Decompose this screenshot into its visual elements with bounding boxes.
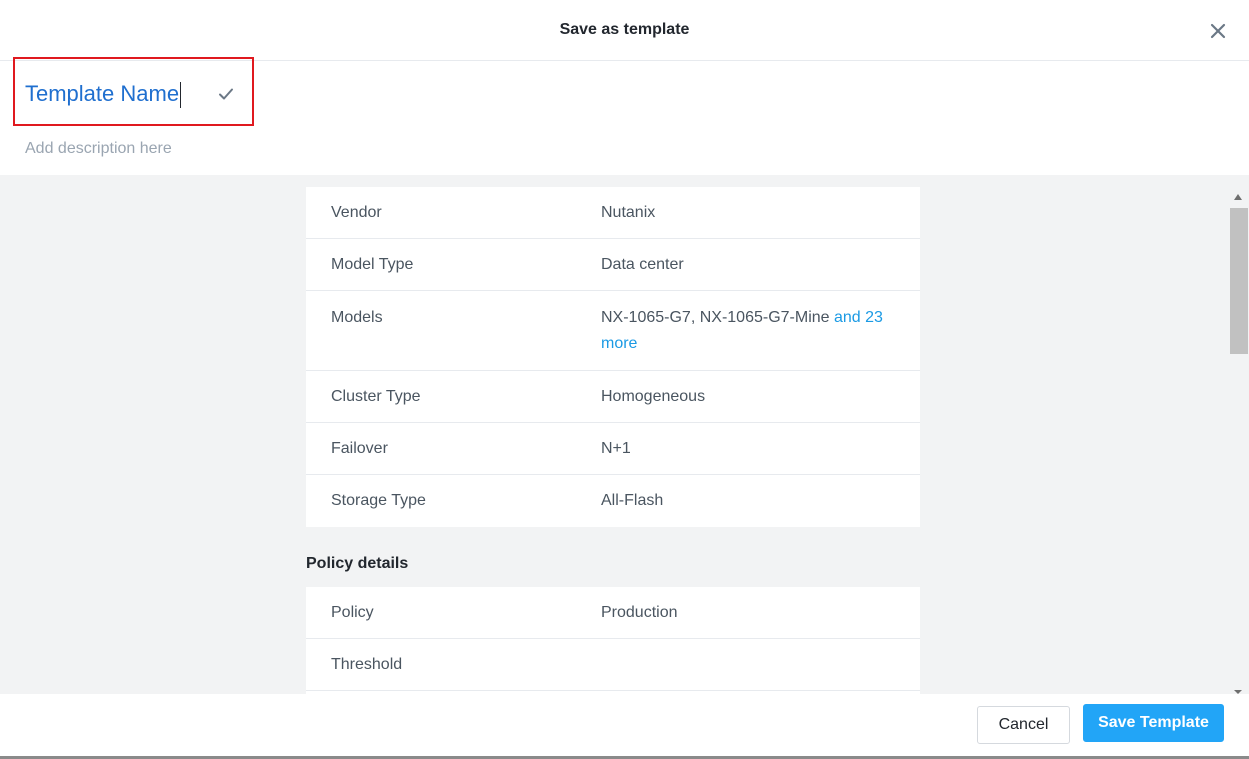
table-row: Vendor Nutanix (306, 187, 920, 239)
row-label: Vendor (331, 203, 382, 221)
policy-section-title: Policy details (306, 555, 409, 572)
row-label: Threshold (331, 655, 403, 673)
scrollbar-thumb[interactable] (1230, 208, 1248, 354)
table-row: Models NX-1065-G7, NX-1065-G7-Mine and 2… (306, 291, 920, 371)
text-caret (180, 82, 182, 109)
template-name-highlight: Template Name (13, 57, 254, 126)
table-row: Storage Type All-Flash (306, 475, 920, 527)
row-value: N+1 (601, 439, 631, 457)
row-value: Production (601, 603, 678, 621)
row-label: Cluster Type (331, 387, 421, 405)
row-value: NX-1065-G7, NX-1065-G7-Mine and 23 more (601, 305, 920, 357)
row-value: Data center (601, 255, 684, 273)
table-row: Failover N+1 (306, 423, 920, 475)
table-row: Threshold (306, 639, 920, 691)
description-input[interactable]: Add description here (25, 140, 172, 158)
check-icon[interactable] (217, 85, 235, 103)
row-value: All-Flash (601, 492, 664, 509)
dialog-footer: Cancel Save Template (0, 694, 1249, 756)
row-label: Failover (331, 439, 388, 457)
template-name-text: Template Name (25, 81, 180, 106)
save-template-dialog: Save as template Template Name Add descr… (0, 0, 1249, 759)
models-list: NX-1065-G7, NX-1065-G7-Mine (601, 309, 830, 326)
policy-card: Policy Production Threshold (306, 587, 920, 694)
cancel-button[interactable]: Cancel (977, 706, 1070, 744)
table-row: Policy Production (306, 587, 920, 639)
template-name-input[interactable]: Template Name (25, 79, 182, 109)
save-template-button[interactable]: Save Template (1083, 704, 1224, 742)
template-details-panel: Vendor Nutanix Model Type Data center Mo… (0, 175, 1249, 694)
vertical-scrollbar[interactable] (1229, 190, 1249, 694)
row-label: Storage Type (331, 492, 426, 509)
scroll-up-arrow-icon[interactable] (1234, 194, 1242, 200)
row-value: Homogeneous (601, 387, 706, 405)
dialog-header: Save as template (0, 0, 1249, 61)
table-row: Model Type Data center (306, 239, 920, 291)
row-label: Policy (331, 603, 374, 621)
row-value: Nutanix (601, 203, 656, 221)
row-label: Model Type (331, 255, 414, 273)
close-icon[interactable] (1207, 20, 1229, 42)
row-label: Models (331, 309, 383, 326)
table-row: Cluster Type Homogeneous (306, 371, 920, 423)
dialog-title: Save as template (559, 21, 690, 38)
summary-card: Vendor Nutanix Model Type Data center Mo… (306, 187, 920, 527)
